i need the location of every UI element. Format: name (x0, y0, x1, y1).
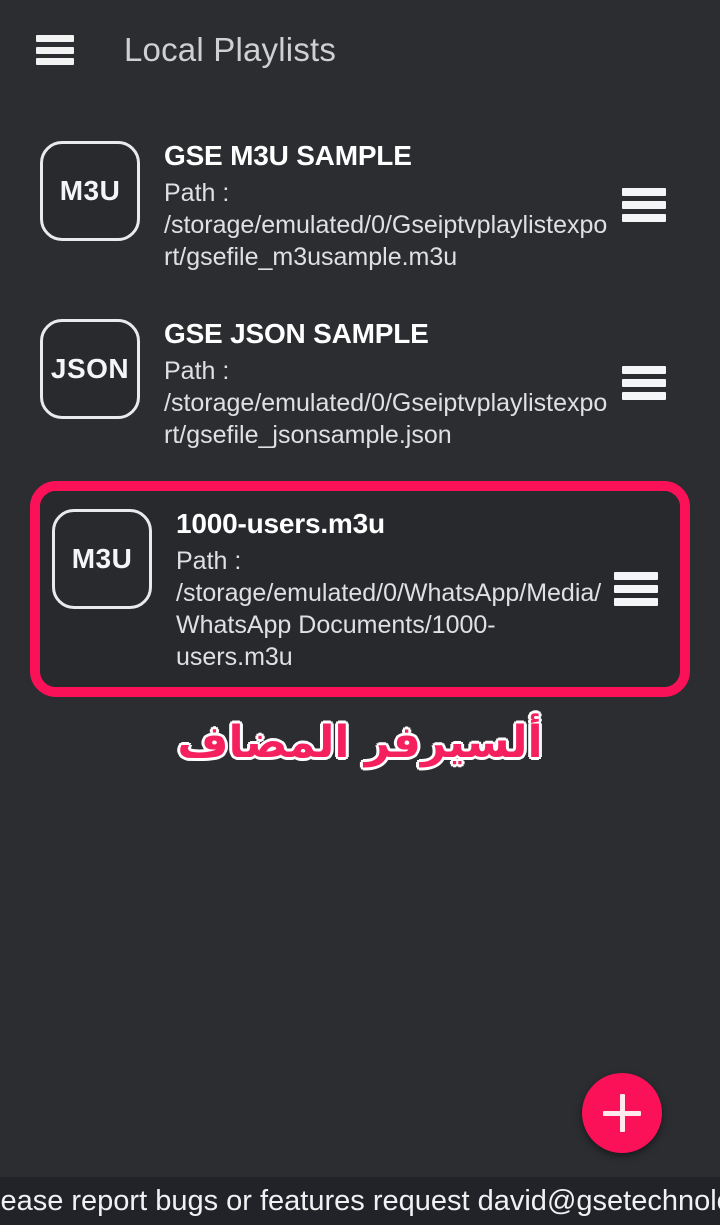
handle-bar (614, 585, 658, 594)
playlist-name: 1000-users.m3u (176, 508, 385, 540)
handle-bar (622, 379, 666, 388)
playlist-name: GSE M3U SAMPLE (164, 140, 412, 171)
playlist-list: M3U GSE M3U SAMPLE Path : /storage/emula… (0, 100, 720, 698)
handle-bar (614, 572, 658, 581)
playlist-name: GSE JSON SAMPLE (164, 318, 429, 350)
playlist-path: Path : /storage/emulated/0/WhatsApp/Medi… (176, 547, 602, 672)
drag-handle-icon[interactable] (622, 188, 666, 223)
hamburger-bar (36, 35, 74, 42)
hamburger-menu-icon[interactable] (36, 35, 74, 65)
plus-icon (619, 1094, 625, 1132)
app-bar: Local Playlists (0, 0, 720, 100)
playlist-path: Path : /storage/emulated/0/Gseiptvplayli… (164, 357, 608, 450)
handle-bar (614, 598, 658, 607)
handle-bar (622, 201, 666, 210)
playlist-row-wrapper-highlighted: M3U 1000-users.m3u Path : /storage/emula… (30, 481, 690, 698)
list-item-text: 1000-users.m3u Path : /storage/emulated/… (152, 505, 604, 673)
list-item[interactable]: JSON GSE JSON SAMPLE Path : /storage/emu… (30, 303, 690, 463)
file-type-label: M3U (59, 175, 121, 206)
drag-handle-icon[interactable] (614, 572, 658, 607)
handle-bar (622, 366, 666, 375)
list-item-text: GSE JSON SAMPLE Path : /storage/emulated… (140, 315, 612, 451)
m3u-file-icon: M3U (52, 509, 152, 610)
page-title: Local Playlists (124, 31, 337, 68)
m3u-file-icon: M3U (40, 141, 140, 241)
list-item-text: GSE M3U SAMPLE Path : /storage/emulated/… (140, 137, 612, 273)
handle-bar (622, 392, 666, 401)
list-item[interactable]: M3U 1000-users.m3u Path : /storage/emula… (40, 491, 680, 688)
playlist-row-wrapper: JSON GSE JSON SAMPLE Path : /storage/emu… (0, 303, 720, 463)
hamburger-bar (36, 58, 74, 65)
json-file-icon: JSON (40, 319, 140, 420)
status-ticker: lease report bugs or features request da… (0, 1177, 720, 1225)
handle-bar (622, 188, 666, 197)
hamburger-bar (36, 46, 74, 54)
drag-handle-icon[interactable] (622, 366, 666, 401)
playlist-path: Path : /storage/emulated/0/Gseiptvplayli… (164, 179, 608, 272)
playlist-row-wrapper: M3U GSE M3U SAMPLE Path : /storage/emula… (0, 125, 720, 285)
file-type-label: JSON (50, 353, 130, 385)
handle-bar (622, 214, 666, 223)
list-item[interactable]: M3U GSE M3U SAMPLE Path : /storage/emula… (30, 125, 690, 285)
annotation-text: ألسيرفر المضاف (177, 717, 543, 769)
file-type-label: M3U (71, 543, 133, 575)
ticker-message: lease report bugs or features request da… (0, 1184, 720, 1217)
add-playlist-button[interactable] (582, 1073, 662, 1153)
